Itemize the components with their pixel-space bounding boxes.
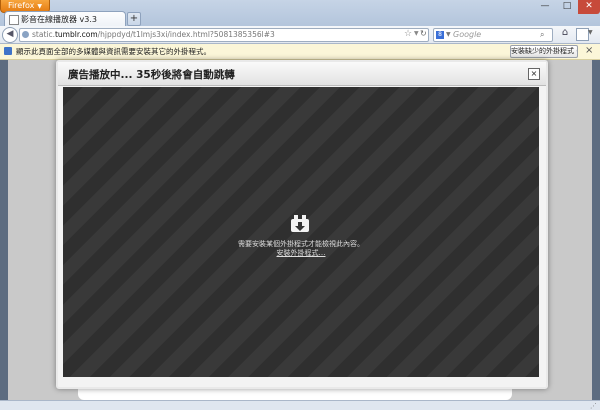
search-placeholder: Google <box>453 30 482 39</box>
url-text: static.tumblr.com/hjppdyd/t1lmjs3xi/inde… <box>32 30 275 39</box>
close-icon[interactable]: × <box>585 45 593 56</box>
url-bar[interactable]: static.tumblr.com/hjppdyd/t1lmjs3xi/inde… <box>19 28 429 42</box>
title-bar: Firefox ▼ 影音在線播放器 v3.3 + — □ ✕ <box>0 0 600 27</box>
close-window-icon[interactable]: ✕ <box>578 0 600 14</box>
home-icon[interactable]: ⌂ <box>557 27 573 41</box>
tab-active[interactable]: 影音在線播放器 v3.3 <box>4 11 126 27</box>
reload-icon[interactable]: ↻ <box>420 29 427 38</box>
site-identity-icon[interactable] <box>22 31 29 38</box>
new-tab-button[interactable]: + <box>127 12 141 26</box>
chevron-down-icon[interactable]: ▼ <box>588 29 593 36</box>
search-bar[interactable]: 8 ▼ Google ⌕ <box>433 28 553 42</box>
browser-window: Firefox ▼ 影音在線播放器 v3.3 + — □ ✕ ◀ static.t… <box>0 0 600 410</box>
chevron-down-icon[interactable]: ▼ <box>446 31 451 38</box>
plugin-missing-icon[interactable] <box>290 213 310 233</box>
maximize-icon[interactable]: □ <box>556 0 578 14</box>
url-path: /hjppdyd/t1lmjs3xi/index.html?5081385356… <box>97 30 275 39</box>
back-button[interactable]: ◀ <box>2 27 18 43</box>
google-icon[interactable]: 8 <box>436 31 444 39</box>
firefox-menu-label: Firefox <box>7 1 35 10</box>
page-icon <box>9 15 19 25</box>
chevron-down-icon: ▼ <box>37 3 43 10</box>
url-domain: tumblr.com <box>54 30 98 39</box>
dialog-title: 廣告播放中... 35秒後將會自動跳轉 <box>68 69 235 81</box>
dialog-header: 廣告播放中... 35秒後將會自動跳轉 × <box>58 62 546 86</box>
page-margin-left <box>0 60 8 409</box>
notification-message: 顯示此頁面全部的多媒體與資訊需要安裝其它的外掛程式。 <box>16 47 211 56</box>
star-icon[interactable]: ☆ <box>404 29 412 39</box>
chevron-down-icon[interactable]: ▼ <box>414 30 419 37</box>
ad-dialog: 廣告播放中... 35秒後將會自動跳轉 × 需要安裝某個外掛程式才能檢視此內容。… <box>56 60 548 389</box>
install-plugin-link[interactable]: 安裝外掛程式… <box>63 248 539 258</box>
close-icon[interactable]: × <box>528 68 540 80</box>
plugin-notification-bar: 顯示此頁面全部的多媒體與資訊需要安裝其它的外掛程式。 安裝缺少的外掛程式 (I)… <box>0 44 600 60</box>
navigation-bar: ◀ static.tumblr.com/hjppdyd/t1lmjs3xi/in… <box>0 26 600 44</box>
video-player[interactable]: 需要安裝某個外掛程式才能檢視此內容。 安裝外掛程式… <box>63 87 539 377</box>
url-prefix: static. <box>32 30 55 39</box>
tab-title: 影音在線播放器 v3.3 <box>21 15 97 24</box>
minimize-icon[interactable]: — <box>534 0 556 14</box>
install-plugins-button[interactable]: 安裝缺少的外掛程式 (I)… <box>510 45 578 58</box>
search-icon[interactable]: ⌕ <box>540 30 544 40</box>
plugin-icon <box>4 47 12 55</box>
page-margin-right <box>592 60 600 409</box>
